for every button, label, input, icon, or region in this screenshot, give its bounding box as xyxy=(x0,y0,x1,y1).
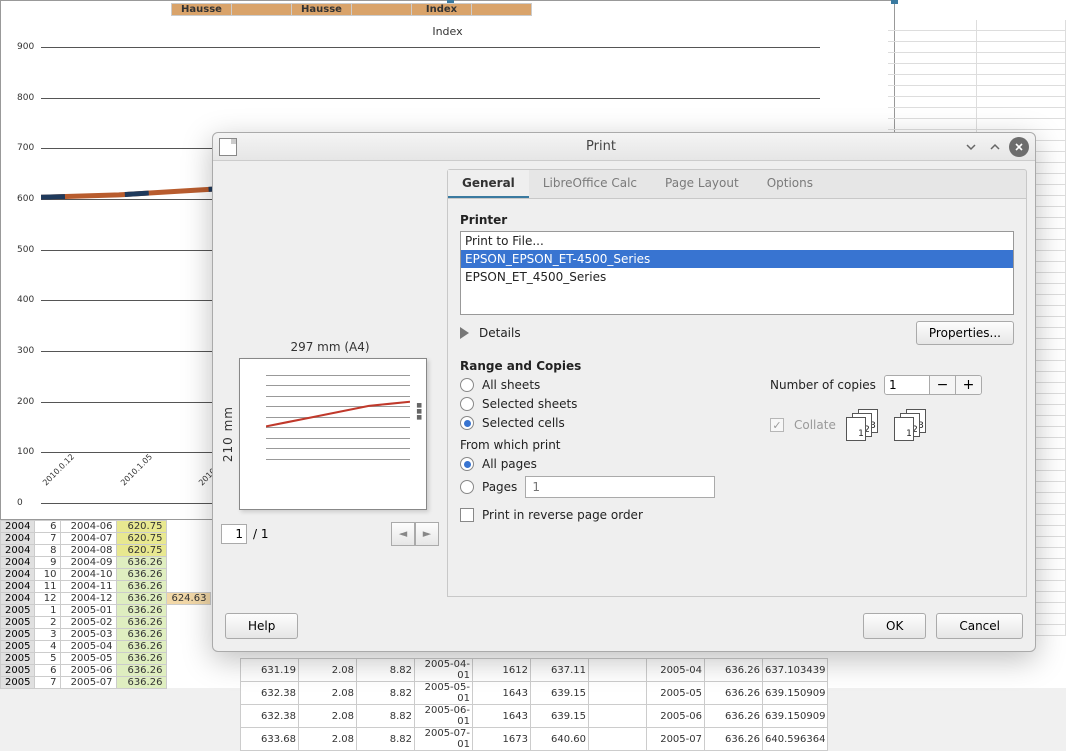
radio-pages[interactable] xyxy=(460,480,474,494)
details-label[interactable]: Details xyxy=(479,326,521,340)
radio-all-pages[interactable] xyxy=(460,457,474,471)
sheet-row: 200532005-03636.26 xyxy=(1,629,211,641)
chart-y-tick: 900 xyxy=(17,42,34,52)
ok-button[interactable]: OK xyxy=(863,613,926,639)
col-header: Hausse xyxy=(172,4,232,16)
sheet-row: 200462004-06620.75 xyxy=(1,521,211,533)
sheet-row: 2004112004-11636.26 xyxy=(1,581,211,593)
col-header xyxy=(352,4,412,16)
chart-y-tick: 100 xyxy=(17,447,34,457)
sheet-row: 200562005-06636.26 xyxy=(1,665,211,677)
radio-selected-cells[interactable] xyxy=(460,416,474,430)
sheet-row: 200512005-01636.26 xyxy=(1,605,211,617)
chart-y-tick: 300 xyxy=(17,346,34,356)
copies-label: Number of copies xyxy=(770,378,876,392)
sheet-row: 632.382.088.822005-06-011643639.152005-0… xyxy=(241,705,828,728)
tab-page-layout[interactable]: Page Layout xyxy=(651,170,753,198)
sheet-row: 200472004-07620.75 xyxy=(1,533,211,545)
tab-options[interactable]: Options xyxy=(753,170,827,198)
sheet-row: 633.682.088.822005-07-011673640.602005-0… xyxy=(241,728,828,751)
sheet-row: 2004102004-10636.26 xyxy=(1,569,211,581)
print-dialog: Print 297 mm (A4) 210 mm ■■■ / 1 xyxy=(212,132,1036,652)
all-sheets-label: All sheets xyxy=(482,378,540,392)
col-header: Hausse xyxy=(292,4,352,16)
selected-cells-label: Selected cells xyxy=(482,416,565,430)
sheet-row: 200482004-08620.75 xyxy=(1,545,211,557)
chart-y-tick: 500 xyxy=(17,245,34,255)
sheet-row: 200522005-02636.26 xyxy=(1,617,211,629)
printer-list-item[interactable]: EPSON_ET_4500_Series xyxy=(461,268,1013,286)
chart-y-tick: 200 xyxy=(17,397,34,407)
reverse-order-checkbox[interactable] xyxy=(460,508,474,522)
sheet-row: 2004122004-12636.26624.63 xyxy=(1,593,211,605)
chart-y-tick: 700 xyxy=(17,143,34,153)
chart-title: Index xyxy=(1,21,894,42)
radio-all-sheets[interactable] xyxy=(460,378,474,392)
tab-bar: General LibreOffice Calc Page Layout Opt… xyxy=(447,169,1027,199)
tab-libreoffice-calc[interactable]: LibreOffice Calc xyxy=(529,170,651,198)
col-header xyxy=(472,4,532,16)
radio-selected-sheets[interactable] xyxy=(460,397,474,411)
preview-pane: 297 mm (A4) 210 mm ■■■ / 1 ◄ ► xyxy=(221,169,439,597)
chart-y-tick: 800 xyxy=(17,93,34,103)
page-total-label: / 1 xyxy=(253,527,269,541)
collate-checkbox xyxy=(770,418,784,432)
sheet-row: 631.192.088.822005-04-011612637.112005-0… xyxy=(241,659,828,682)
cancel-button[interactable]: Cancel xyxy=(936,613,1023,639)
mini-legend: ■■■ xyxy=(416,403,422,421)
range-section-label: Range and Copies xyxy=(460,359,750,373)
printer-section-label: Printer xyxy=(460,213,1014,227)
copies-decrement[interactable]: − xyxy=(929,376,955,394)
sheet-row: 200492004-09636.26 xyxy=(1,557,211,569)
sheet-row: 200542005-04636.26 xyxy=(1,641,211,653)
reverse-order-label: Print in reverse page order xyxy=(482,508,643,522)
pages-input[interactable] xyxy=(525,476,715,498)
dialog-titlebar[interactable]: Print xyxy=(213,133,1035,161)
maximize-button[interactable] xyxy=(985,137,1005,157)
selected-sheets-label: Selected sheets xyxy=(482,397,577,411)
col-header: Index xyxy=(412,4,472,16)
properties-button[interactable]: Properties... xyxy=(916,321,1014,345)
copies-input[interactable] xyxy=(885,376,929,394)
copies-increment[interactable]: + xyxy=(955,376,981,394)
sheet-row: 632.382.088.822005-05-011643639.152005-0… xyxy=(241,682,828,705)
prev-page-button[interactable]: ◄ xyxy=(391,522,415,546)
printer-list-item[interactable]: EPSON_EPSON_ET-4500_Series xyxy=(461,250,1013,268)
page-number-input[interactable] xyxy=(221,524,247,544)
app-icon xyxy=(219,138,237,156)
dialog-title: Print xyxy=(245,139,957,154)
pages-label: Pages xyxy=(482,480,517,494)
collate-icon-123-b: 3 2 1 xyxy=(894,411,932,439)
collate-icon-123: 3 2 1 xyxy=(846,411,884,439)
details-expand-icon[interactable] xyxy=(460,327,469,339)
print-preview-page: ■■■ xyxy=(239,358,427,510)
chart-y-tick: 600 xyxy=(17,194,34,204)
printer-list[interactable]: Print to File...EPSON_EPSON_ET-4500_Seri… xyxy=(460,231,1014,315)
close-button[interactable] xyxy=(1009,137,1029,157)
copies-spinner: − + xyxy=(884,375,982,395)
minimize-button[interactable] xyxy=(961,137,981,157)
chart-y-tick: 0 xyxy=(17,498,23,508)
paper-height-label: 210 mm xyxy=(221,406,235,462)
paper-width-label: 297 mm (A4) xyxy=(221,340,439,354)
collate-label: Collate xyxy=(794,418,836,432)
sheet-row: 200572005-07636.26 xyxy=(1,677,211,689)
col-header xyxy=(232,4,292,16)
printer-list-item[interactable]: Print to File... xyxy=(461,232,1013,250)
sheet-row: 200552005-05636.26 xyxy=(1,653,211,665)
chart-handle xyxy=(891,0,898,4)
tab-general[interactable]: General xyxy=(448,170,529,198)
help-button[interactable]: Help xyxy=(225,613,298,639)
all-pages-label: All pages xyxy=(482,457,537,471)
chart-y-tick: 400 xyxy=(17,295,34,305)
from-which-label: From which print xyxy=(460,438,750,452)
next-page-button[interactable]: ► xyxy=(415,522,439,546)
